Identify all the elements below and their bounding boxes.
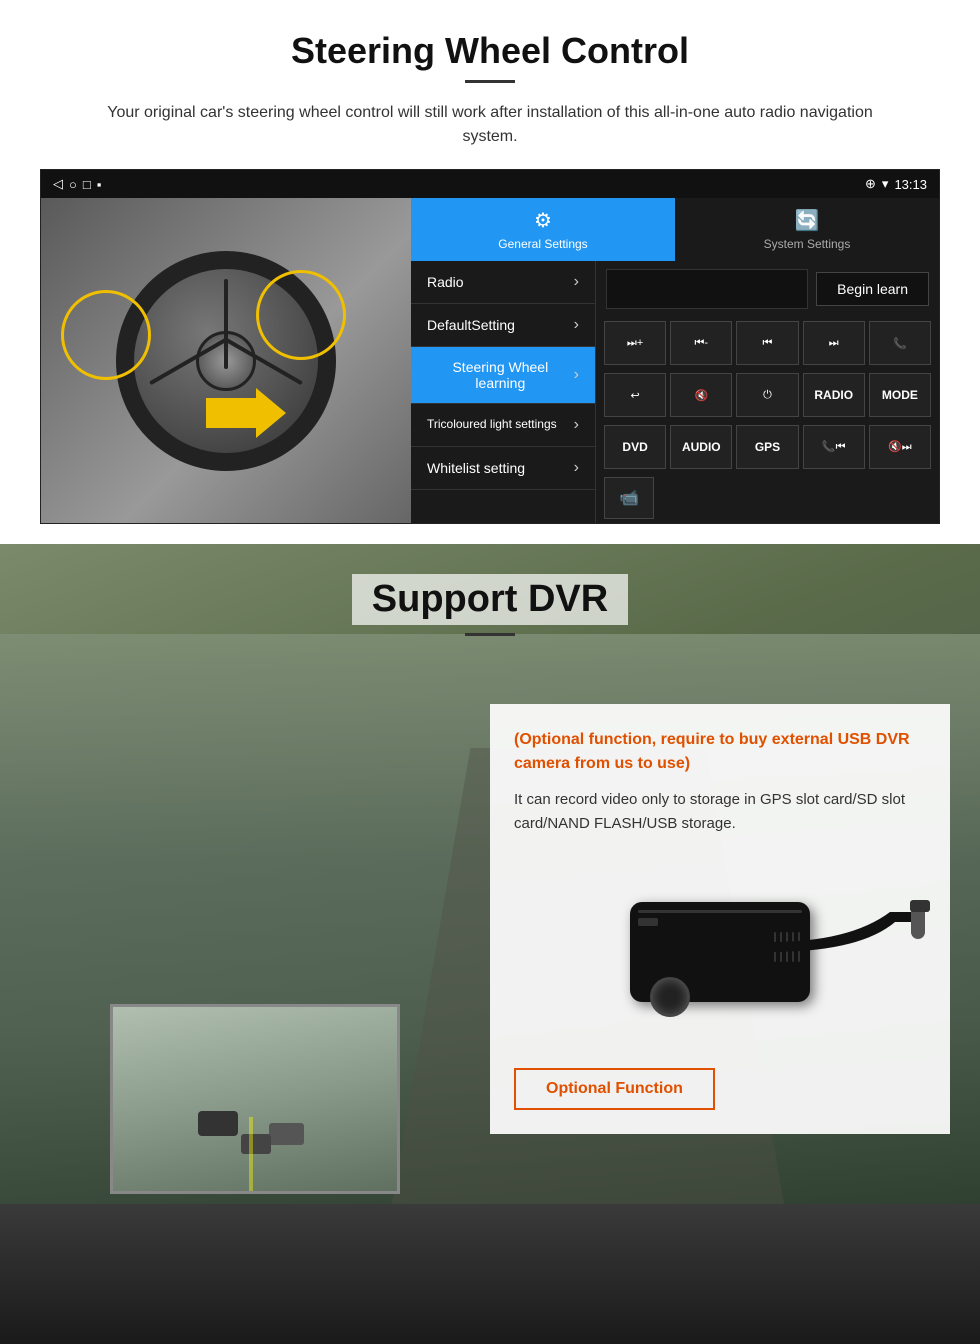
chevron-icon-radio: ›	[574, 273, 579, 291]
audio-label: AUDIO	[682, 440, 721, 454]
general-settings-icon: ⚙	[534, 208, 552, 233]
btn-call[interactable]: 📞	[869, 321, 931, 365]
home-icon[interactable]: ○	[69, 177, 77, 192]
dvr-button[interactable]: 📹	[604, 477, 654, 519]
btn-mute[interactable]: 🔇	[670, 373, 732, 417]
btn-call-prev[interactable]: 📞⏮	[803, 425, 865, 469]
prev-icon: ⏮	[763, 337, 773, 350]
settings-menu: Radio › DefaultSetting › Steering Wheel …	[411, 261, 596, 523]
back-call-icon: ↩	[630, 389, 639, 402]
controls-panel: Begin learn ⏭+ ⏮- ⏮	[596, 261, 939, 523]
menu-item-whitelist[interactable]: Whitelist setting ›	[411, 447, 595, 490]
menu-item-steering[interactable]: Steering Wheel learning ›	[411, 347, 595, 404]
dvr-icon: 📹	[619, 488, 639, 508]
camera-assembly	[630, 902, 810, 1002]
btn-power[interactable]: ⏻	[736, 373, 798, 417]
next-icon: ⏭	[829, 337, 839, 350]
title-divider	[465, 80, 515, 83]
btn-vol-down[interactable]: ⏮-	[670, 321, 732, 365]
tab-system-settings[interactable]: 🔄 System Settings	[675, 198, 939, 261]
menu-item-tricolour[interactable]: Tricoloured light settings ›	[411, 404, 595, 447]
call-prev-icon: 📞⏮	[822, 440, 846, 454]
dvr-optional-text: (Optional function, require to buy exter…	[514, 728, 926, 776]
chevron-icon-steering: ›	[574, 366, 579, 384]
menu-label-tricolour: Tricoloured light settings	[427, 417, 557, 433]
dvr-title-area: Support DVR	[0, 544, 980, 656]
system-settings-icon: 🔄	[795, 208, 820, 233]
arrow-icon	[206, 388, 286, 438]
call-icon: 📞	[893, 337, 907, 350]
gps-status-icon: ⊕	[865, 176, 876, 192]
btn-back[interactable]: ↩	[604, 373, 666, 417]
mute-icon: 🔇	[694, 389, 708, 402]
tab-system-label: System Settings	[764, 237, 851, 251]
dvr-content-box: (Optional function, require to buy exter…	[490, 704, 950, 1134]
chevron-icon-whitelist: ›	[574, 459, 579, 477]
inset-road-view	[113, 1007, 397, 1191]
dvr-camera-image	[514, 852, 926, 1052]
power-icon: ⏻	[763, 389, 772, 402]
begin-learn-button[interactable]: Begin learn	[816, 272, 929, 306]
btn-next[interactable]: ⏭	[803, 321, 865, 365]
camera-cable-svg	[770, 892, 930, 1012]
dvr-dashboard	[0, 1204, 980, 1344]
vol-down-icon: ⏮-	[695, 337, 709, 350]
tab-general-settings[interactable]: ⚙ General Settings	[411, 198, 675, 261]
wifi-icon: ▾	[882, 176, 889, 192]
dvr-description: It can record video only to storage in G…	[514, 788, 926, 836]
vol-up-icon: ⏭+	[627, 337, 643, 350]
dvr-title: Support DVR	[352, 574, 628, 625]
optional-function-button[interactable]: Optional Function	[514, 1068, 715, 1110]
car-bg	[41, 170, 411, 523]
steering-title: Steering Wheel Control	[40, 30, 940, 72]
btn-dvd[interactable]: DVD	[604, 425, 666, 469]
begin-learn-row: Begin learn	[596, 261, 939, 317]
mode-label: MODE	[882, 388, 918, 402]
control-buttons-row2: ↩ 🔇 ⏻ RADIO MODE	[596, 369, 939, 421]
dvr-section: Support DVR (Optional function, require …	[0, 544, 980, 1344]
dvd-label: DVD	[622, 440, 647, 454]
steering-description: Your original car's steering wheel contr…	[80, 101, 900, 149]
android-settings: ◁ ○ □ ▪ ⊕ ▾ 13:13 ⚙ General Settings	[411, 170, 939, 523]
dvr-row: 📹	[596, 473, 939, 523]
btn-prev[interactable]: ⏮	[736, 321, 798, 365]
radio-label: RADIO	[814, 388, 853, 402]
btn-vol-up[interactable]: ⏭+	[604, 321, 666, 365]
btn-mode[interactable]: MODE	[869, 373, 931, 417]
btn-audio[interactable]: AUDIO	[670, 425, 732, 469]
tab-general-label: General Settings	[498, 237, 587, 251]
control-buttons-row1: ⏭+ ⏮- ⏮ ⏭ 📞	[596, 317, 939, 369]
mute-next-icon: 🔇⏭	[888, 440, 912, 454]
recent-icon[interactable]: □	[83, 177, 91, 192]
menu-label-steering: Steering Wheel learning	[427, 359, 574, 391]
dvr-inset-screenshot	[110, 1004, 400, 1194]
menu-label-radio: Radio	[427, 274, 464, 290]
settings-body: Radio › DefaultSetting › Steering Wheel …	[411, 261, 939, 523]
status-right: ⊕ ▾ 13:13	[865, 176, 927, 192]
android-ui-wrapper: ◁ ○ □ ▪ ⊕ ▾ 13:13 ⚙ General Settings	[40, 169, 940, 524]
menu-item-default[interactable]: DefaultSetting ›	[411, 304, 595, 347]
dvr-divider	[465, 633, 515, 636]
car-image	[41, 170, 411, 523]
camera-lens	[650, 977, 690, 1017]
learn-display	[606, 269, 808, 309]
btn-mute-next[interactable]: 🔇⏭	[869, 425, 931, 469]
clock: 13:13	[894, 177, 927, 192]
chevron-icon-default: ›	[574, 316, 579, 334]
steering-section: Steering Wheel Control Your original car…	[0, 0, 980, 544]
settings-tabs: ⚙ General Settings 🔄 System Settings	[411, 198, 939, 261]
status-bar: ◁ ○ □ ▪ ⊕ ▾ 13:13	[41, 170, 939, 198]
menu-label-whitelist: Whitelist setting	[427, 460, 525, 476]
gps-label: GPS	[755, 440, 780, 454]
nav-icons: ◁ ○ □ ▪	[53, 176, 101, 192]
menu-icon[interactable]: ▪	[97, 177, 102, 192]
control-buttons-row3: DVD AUDIO GPS 📞⏮ 🔇⏭	[596, 421, 939, 473]
menu-item-radio[interactable]: Radio ›	[411, 261, 595, 304]
chevron-icon-tricolour: ›	[574, 416, 579, 434]
back-icon[interactable]: ◁	[53, 176, 63, 192]
btn-gps[interactable]: GPS	[736, 425, 798, 469]
btn-radio[interactable]: RADIO	[803, 373, 865, 417]
menu-label-default: DefaultSetting	[427, 317, 515, 333]
